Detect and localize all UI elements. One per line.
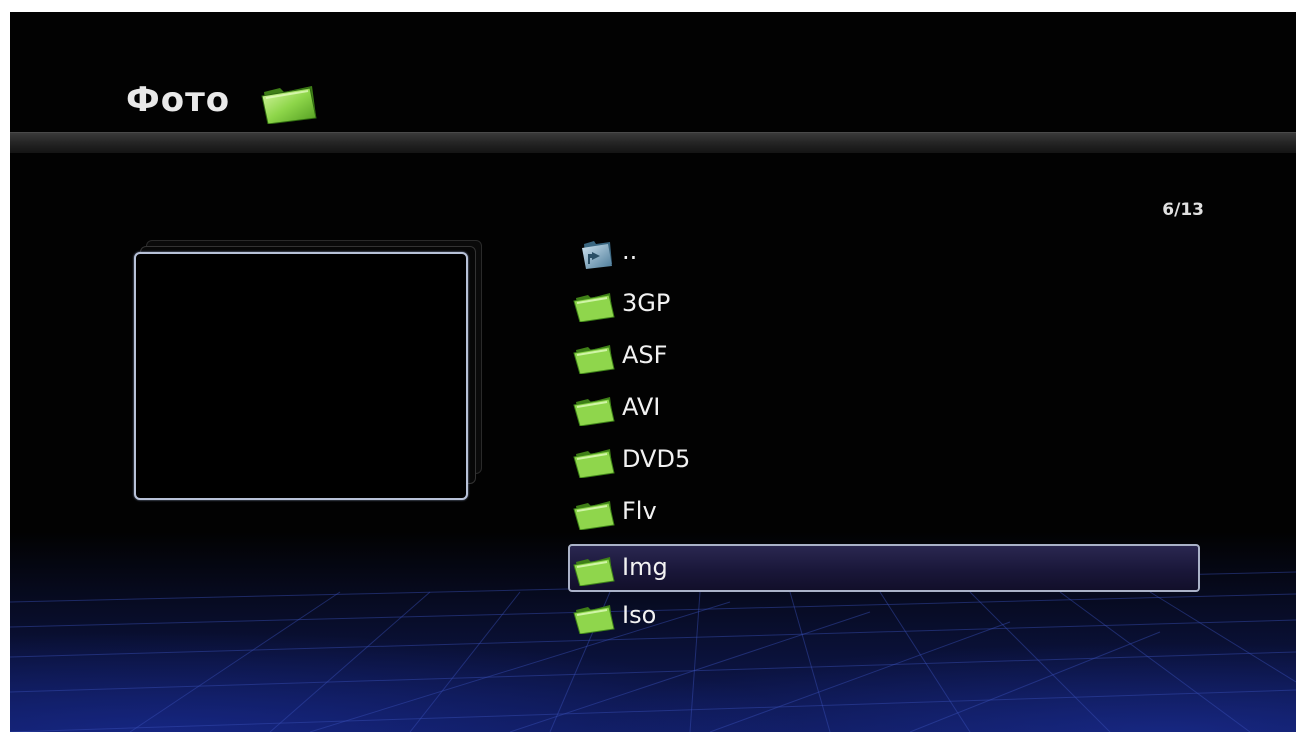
list-item-label: Iso [622,601,657,629]
folder-icon [573,557,615,586]
folder-icon [573,345,615,374]
list-item-folder-flv[interactable]: Flv [568,486,1204,538]
header: Фото [10,12,1296,132]
list-item-parent[interactable]: .. [568,226,1204,278]
list-item-folder-img-selected[interactable]: Img [568,538,1204,592]
page-title: Фото [126,80,231,120]
list-item-label: AVI [622,393,661,421]
folder-icon [261,86,317,124]
folder-icon [573,293,615,322]
folder-icon [573,397,615,426]
preview-thumbnail [134,252,468,500]
item-counter: 6/13 [1162,200,1204,220]
list-item-label: Flv [622,497,657,525]
list-item-folder-3gp[interactable]: 3GP [568,278,1204,330]
media-player-screen: Фото 6/13 .. 3GP ASF AVI DVD5 Flv Img Is… [10,12,1296,732]
parent-folder-icon [582,241,612,269]
list-item-folder-iso[interactable]: Iso [568,590,1204,642]
list-item-label: Img [622,553,668,581]
folder-icon [573,449,615,478]
header-divider [10,132,1296,153]
list-item-label: .. [622,237,638,265]
folder-icon [573,501,615,530]
list-item-label: 3GP [622,289,671,317]
list-item-label: ASF [622,341,668,369]
list-item-folder-avi[interactable]: AVI [568,382,1204,434]
list-item-folder-asf[interactable]: ASF [568,330,1204,382]
file-list: .. 3GP ASF AVI DVD5 Flv Img Iso [568,226,1204,642]
list-item-folder-dvd5[interactable]: DVD5 [568,434,1204,486]
folder-icon [573,605,615,634]
list-item-label: DVD5 [622,445,691,473]
